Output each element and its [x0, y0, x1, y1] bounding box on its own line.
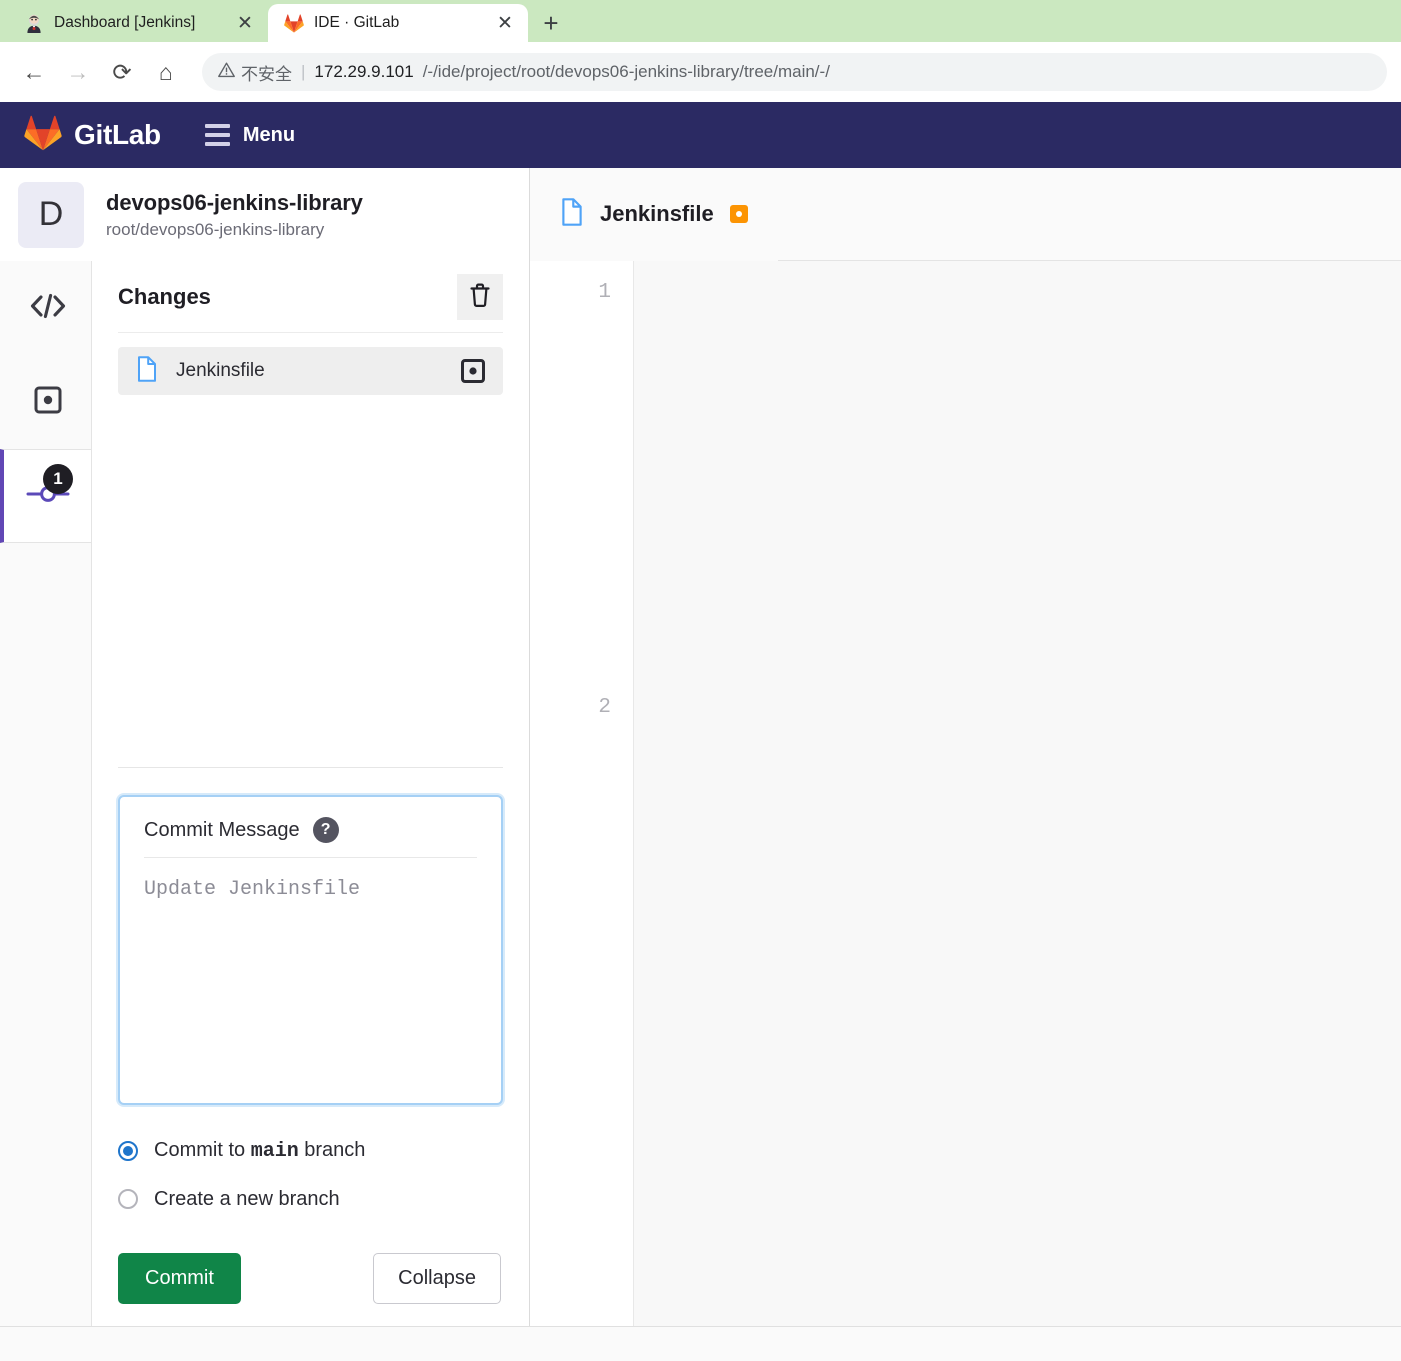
url-path: /-/ide/project/root/devops06-jenkins-lib… [422, 62, 830, 81]
editor-code-area[interactable] [634, 261, 1401, 1326]
gitlab-wordmark: GitLab [74, 119, 161, 150]
editor-line-number-gutter: 1 2 [530, 261, 634, 1326]
project-avatar: D [18, 181, 84, 248]
reload-button[interactable]: ⟳ [102, 52, 142, 92]
editor-tabbar: Jenkinsfile [530, 167, 1401, 261]
commit-message-box[interactable]: Commit Message ? [118, 795, 503, 1105]
browser-tab-jenkins[interactable]: Dashboard [Jenkins] ✕ [8, 4, 268, 42]
main-menu-button[interactable]: Menu [204, 123, 296, 147]
address-bar[interactable]: 不安全 | 172.29.9.101 /-/ide/project/root/de… [202, 53, 1387, 91]
commit-message-label: Commit Message [144, 818, 300, 841]
discard-all-button[interactable] [457, 273, 503, 320]
web-ide: D devops06-jenkins-library root/devops06… [0, 167, 1401, 1326]
gitlab-fox-icon [284, 13, 304, 33]
commit-count-badge: 1 [43, 464, 73, 494]
sidebar-item-edit[interactable] [0, 261, 91, 355]
ide-status-bar [0, 1326, 1401, 1361]
browser-toolbar: ← → ⟳ ⌂ 不安全 | 172.29.9.101 /-/ide/project… [0, 42, 1401, 102]
collapse-button[interactable]: Collapse [373, 1253, 501, 1304]
commit-form: Commit Message ? Commit to main branch C [118, 767, 503, 1326]
project-title-block: devops06-jenkins-library root/devops06-j… [106, 190, 363, 240]
panel-spacer [118, 395, 503, 767]
close-icon[interactable]: ✕ [494, 12, 516, 34]
radio-commit-to-main[interactable]: Commit to main branch [118, 1127, 503, 1175]
sidebar-item-commit[interactable]: 1 [0, 449, 91, 543]
radio-suffix: branch [298, 1139, 366, 1161]
jenkins-butler-icon [24, 13, 44, 33]
activity-rail: 1 [0, 261, 92, 1326]
commit-actions: Commit Collapse [118, 1223, 503, 1304]
branch-options: Commit to main branch Create a new branc… [118, 1105, 503, 1223]
file-icon [560, 197, 584, 231]
forward-button[interactable]: → [58, 52, 98, 92]
warning-triangle-icon [218, 62, 235, 83]
commit-panel: Changes Jenkinsfile Commit Message ? Upd… [92, 261, 529, 1326]
new-tab-button[interactable]: + [534, 6, 568, 40]
radio-create-new-branch-label: Create a new branch [154, 1187, 340, 1210]
gitlab-fox-logo [24, 115, 62, 156]
changed-file-name: Jenkinsfile [176, 360, 265, 381]
line-number: 2 [598, 696, 611, 719]
stage-square-dot-icon[interactable] [457, 355, 489, 387]
browser-tab-strip: Dashboard [Jenkins] ✕ IDE · GitLab ✕ + [0, 0, 1401, 42]
changed-file-row[interactable]: Jenkinsfile [118, 347, 503, 395]
radio-unselected-icon[interactable] [118, 1189, 138, 1209]
line-number: 1 [598, 281, 611, 304]
editor-pane: Jenkinsfile 1 2 [530, 167, 1401, 1326]
browser-tab-gitlab-ide[interactable]: IDE · GitLab ✕ [268, 4, 528, 42]
main-menu-label: Menu [242, 123, 296, 146]
gitlab-navbar: GitLab Menu [0, 102, 1401, 168]
changes-title: Changes [118, 283, 211, 309]
trash-icon [468, 282, 492, 311]
home-button[interactable]: ⌂ [146, 52, 186, 92]
sidebar-item-review[interactable] [0, 355, 91, 449]
project-path: root/devops06-jenkins-library [106, 219, 325, 239]
project-header: D devops06-jenkins-library root/devops06… [0, 168, 529, 261]
unsaved-dot-badge [729, 205, 748, 223]
ide-left-body: 1 Changes Jenkinsfile Commit Message ? U… [0, 261, 529, 1326]
commit-message-input[interactable] [144, 858, 477, 1103]
ide-left-column: D devops06-jenkins-library root/devops06… [0, 168, 530, 1326]
radio-create-new-branch[interactable]: Create a new branch [118, 1175, 503, 1223]
back-button[interactable]: ← [14, 52, 54, 92]
close-icon[interactable]: ✕ [234, 12, 256, 34]
radio-selected-icon[interactable] [118, 1141, 138, 1161]
browser-tab-title: Dashboard [Jenkins] [54, 14, 196, 31]
branch-name: main [250, 1140, 299, 1163]
omnibox-divider: | [301, 62, 306, 81]
security-status[interactable]: 不安全 [218, 60, 292, 85]
changed-files-list: Jenkinsfile [118, 333, 503, 395]
square-dot-icon [33, 385, 63, 420]
url-host: 172.29.9.101 [314, 62, 414, 81]
browser-tab-title: IDE · GitLab [314, 14, 400, 31]
radio-commit-to-main-label: Commit to main branch [154, 1139, 365, 1163]
editor-body: 1 2 [530, 261, 1401, 1326]
code-brackets-icon [28, 291, 68, 326]
browser-chrome: Dashboard [Jenkins] ✕ IDE · GitLab ✕ + ← [0, 0, 1401, 102]
commit-message-label-row: Commit Message ? [144, 817, 477, 858]
commit-button[interactable]: Commit [118, 1253, 241, 1304]
changes-header: Changes [118, 261, 503, 333]
radio-prefix: Commit to [154, 1139, 251, 1161]
question-mark-icon[interactable]: ? [312, 817, 339, 843]
hamburger-icon [204, 124, 230, 146]
insecure-label: 不安全 [241, 64, 292, 84]
project-name: devops06-jenkins-library [106, 189, 363, 215]
file-icon [136, 355, 158, 387]
editor-tab-jenkinsfile[interactable]: Jenkinsfile [530, 167, 778, 261]
gitlab-home-link[interactable]: GitLab [24, 115, 161, 156]
editor-tab-filename: Jenkinsfile [600, 201, 714, 226]
